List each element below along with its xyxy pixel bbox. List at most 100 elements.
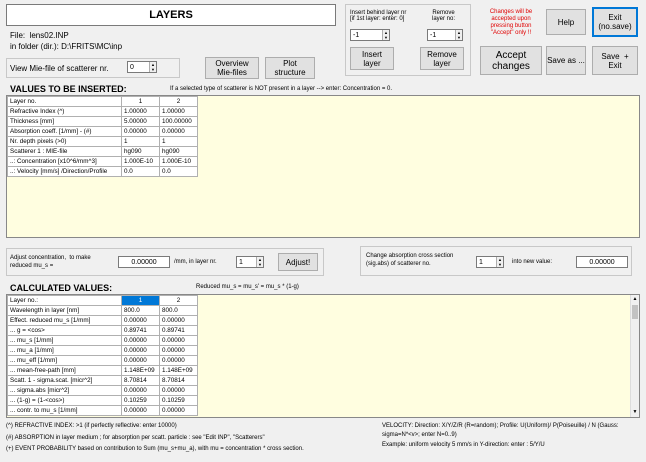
table-cell[interactable]: 2 <box>159 96 198 107</box>
view-mie-spinner[interactable]: 0 ▲ ▼ <box>127 61 157 73</box>
scroll-down-icon[interactable]: ▼ <box>631 408 639 417</box>
insert-layer-value: -1 <box>353 31 360 39</box>
calc-grid[interactable]: Layer no.: 1 2 Wavelength in layer [nm] 800.… <box>6 294 640 418</box>
table-cell[interactable]: hg090 <box>159 146 198 157</box>
values-header: VALUES TO BE INSERTED: <box>10 84 127 94</box>
spinner-arrows-icon[interactable]: ▲ ▼ <box>496 257 503 267</box>
table-row: Scatt. 1 - sigma.scat. [micr^2] 8.70814 8.… <box>7 375 198 386</box>
row-label: ... mu_a [1/mm] <box>7 345 122 356</box>
abs-change-label: Change absorption cross section (sig.abs… <box>366 253 454 267</box>
table-cell[interactable]: 0.00000 <box>159 385 198 396</box>
row-label: Layer no.: <box>7 295 122 306</box>
table-cell[interactable]: 0.00000 <box>121 345 160 356</box>
table-cell[interactable]: 0.89741 <box>159 325 198 336</box>
table-cell[interactable]: 1 <box>121 295 160 306</box>
view-mie-value: 0 <box>130 63 134 71</box>
table-cell[interactable]: 0.00000 <box>159 315 198 326</box>
remove-layer-value: -1 <box>430 31 437 39</box>
table-cell[interactable]: 8.70814 <box>159 375 198 386</box>
exit-nosave-button[interactable]: Exit (no.save) <box>592 7 638 37</box>
table-cell[interactable]: 8.70814 <box>121 375 160 386</box>
table-cell[interactable]: 0.89741 <box>121 325 160 336</box>
table-cell[interactable]: 100.00000 <box>159 116 198 127</box>
table-cell[interactable]: 0.10259 <box>159 395 198 406</box>
spinner-arrows-icon[interactable]: ▲ ▼ <box>149 62 156 72</box>
table-cell[interactable]: 0.00000 <box>121 126 160 137</box>
adjust-button[interactable]: Adjust! <box>278 253 318 271</box>
insert-layer-button[interactable]: Insert layer <box>350 47 394 70</box>
remove-layer-button[interactable]: Remove layer <box>420 47 464 70</box>
table-cell[interactable]: 1 <box>121 96 160 107</box>
folder-label: in folder (dir.): D:\FRITS\MC\inp <box>10 42 122 51</box>
table-cell[interactable]: 0.00000 <box>159 126 198 137</box>
remove-layer-label-btn: Remove layer <box>427 49 457 68</box>
row-label: Scatt. 1 - sigma.scat. [micr^2] <box>7 375 122 386</box>
table-cell[interactable]: 2 <box>159 295 198 306</box>
table-cell[interactable]: 1.148E+09 <box>121 365 160 376</box>
save-as-button[interactable]: Save as ... <box>546 46 586 75</box>
table-cell[interactable]: 0.00000 <box>159 345 198 356</box>
values-grid[interactable]: Layer no. 1 2 Refractive Index (^) 1.00000 1.… <box>6 95 640 238</box>
title-text: LAYERS <box>149 9 193 21</box>
insert-layer-spinner[interactable]: -1 ▲ ▼ <box>350 29 390 41</box>
note-event: (+) EVENT PROBABILITY based on contribut… <box>6 446 304 452</box>
accept-changes-button[interactable]: Accept changes <box>480 46 542 75</box>
table-cell[interactable]: 1.00000 <box>121 106 160 117</box>
table-cell[interactable]: 0.10259 <box>121 395 160 406</box>
row-label: Absorption coeff. [1/mm] - (#) <box>7 126 122 137</box>
overview-mie-button[interactable]: Overview Mie-files <box>205 57 259 79</box>
calc-table: Layer no.: 1 2 Wavelength in layer [nm] 800.… <box>7 295 198 416</box>
table-cell[interactable]: 0.00000 <box>159 335 198 346</box>
row-label: Nr. depth pixels (>0) <box>7 136 122 147</box>
remove-layer-spinner[interactable]: -1 ▲ ▼ <box>427 29 463 41</box>
table-cell[interactable]: 0.0 <box>159 166 198 177</box>
spinner-arrows-icon[interactable]: ▲ ▼ <box>455 30 462 40</box>
help-button[interactable]: Help <box>546 9 586 35</box>
changes-note: Changes will be accepted upon pressing b… <box>489 9 533 36</box>
row-label: ..: Concentration [x10^6/mm^3] <box>7 156 122 167</box>
insert-behind-label: Insert behind layer nr [if 1st layer: en… <box>350 10 407 22</box>
table-cell[interactable]: 1.000E-10 <box>121 156 160 167</box>
spinner-arrows-icon[interactable]: ▲ ▼ <box>256 257 263 267</box>
spinner-arrows-icon[interactable]: ▲ ▼ <box>382 30 389 40</box>
scroll-thumb[interactable] <box>632 305 638 319</box>
table-cell[interactable]: 0.00000 <box>159 405 198 416</box>
adjust-layer-spinner[interactable]: 1 ▲ ▼ <box>236 256 264 268</box>
row-label: Wavelength in layer [nm] <box>7 305 122 316</box>
table-row: Thickness [mm] 5.00000 100.00000 <box>7 116 198 127</box>
abs-scatterer-spinner[interactable]: 1 ▲ ▼ <box>476 256 504 268</box>
table-cell[interactable]: 5.00000 <box>121 116 160 127</box>
table-cell[interactable]: 800.0 <box>159 305 198 316</box>
table-cell[interactable]: 0.00000 <box>159 355 198 366</box>
view-mie-label: View Mie-file of scatterer nr. <box>10 64 109 73</box>
table-row: ... mu_eff [1/mm] 0.00000 0.00000 <box>7 355 198 366</box>
adjust-value-input[interactable]: 0.00000 <box>118 256 170 268</box>
table-cell[interactable]: 0.00000 <box>121 335 160 346</box>
calc-scrollbar[interactable]: ▲ ▼ <box>630 295 639 417</box>
table-cell[interactable]: 1 <box>121 136 160 147</box>
adjust-mid-label: /mm, in layer nr. <box>174 259 217 265</box>
abs-new-value-input[interactable]: 0.00000 <box>576 256 628 268</box>
folder-label-text: in folder (dir.): <box>10 42 59 51</box>
table-cell[interactable]: 1.000E-10 <box>159 156 198 167</box>
save-exit-button[interactable]: Save + Exit <box>592 46 638 75</box>
table-cell[interactable]: 0.00000 <box>121 405 160 416</box>
values-hint: If a selected type of scatterer is NOT p… <box>170 86 392 92</box>
scroll-up-icon[interactable]: ▲ <box>631 295 639 304</box>
velocity-note-1: VELOCITY: Direction: X/Y/Z/R (R=random);… <box>382 423 619 429</box>
table-cell[interactable]: hg090 <box>121 146 160 157</box>
table-cell[interactable]: 800.0 <box>121 305 160 316</box>
table-cell[interactable]: 1 <box>159 136 198 147</box>
table-cell[interactable]: 1.00000 <box>159 106 198 117</box>
table-cell[interactable]: 0.0 <box>121 166 160 177</box>
file-name: lens02.INP <box>29 31 69 40</box>
values-table: Layer no. 1 2 Refractive Index (^) 1.00000 1.… <box>7 96 198 177</box>
velocity-note-3: Example: uniform velocity 5 mm/s in Y-di… <box>382 442 545 448</box>
table-cell[interactable]: 1.148E+09 <box>159 365 198 376</box>
table-cell[interactable]: 0.00000 <box>121 315 160 326</box>
table-cell[interactable]: 0.00000 <box>121 355 160 366</box>
table-row: Absorption coeff. [1/mm] - (#) 0.00000 0.0… <box>7 126 198 137</box>
table-cell[interactable]: 0.00000 <box>121 385 160 396</box>
plot-structure-button[interactable]: Plot structure <box>265 57 315 79</box>
table-row: ..: Velocity [mm/s] /Direction/Profile 0.… <box>7 166 198 177</box>
